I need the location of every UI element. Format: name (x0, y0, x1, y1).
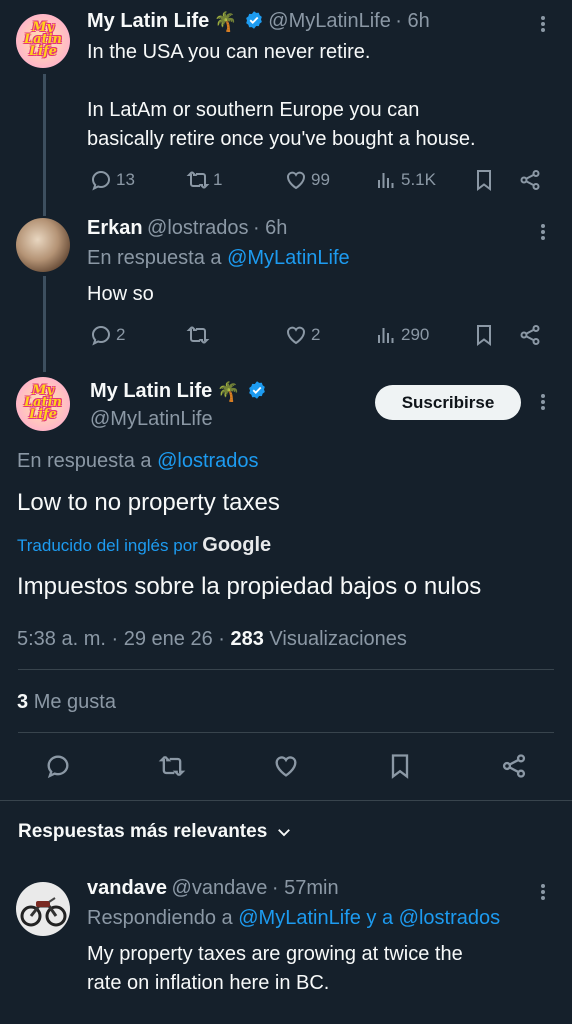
reply-context: En respuesta a @MyLatinLife (87, 247, 350, 269)
tweet-header: Erkan @lostrados · 6h (87, 217, 287, 240)
views-button[interactable]: 5.1K (374, 168, 436, 192)
views-button[interactable]: 290 (374, 323, 429, 347)
retweet-icon (186, 168, 210, 192)
bookmark-icon (472, 323, 496, 347)
mention-link[interactable]: @lostrados (157, 450, 258, 472)
tweet-time[interactable]: 5:38 a. m. (17, 628, 106, 650)
main-author: My Latin Life 🌴 (90, 380, 267, 404)
divider (0, 800, 572, 801)
tweet-time[interactable]: · 6h (395, 10, 429, 32)
author-handle[interactable]: @MyLatinLife (90, 408, 213, 431)
chevron-down-icon (278, 829, 291, 837)
reply-context: Respondiendo a @MyLatinLife y a @lostrad… (87, 907, 501, 929)
verified-icon (248, 381, 265, 399)
like-button[interactable] (272, 752, 303, 780)
tweet-header: vandave @vandave · 57min (87, 877, 339, 900)
share-button[interactable] (518, 168, 545, 192)
tweet-text: My property taxes are growing at twice t… (87, 943, 463, 994)
retweet-button[interactable] (158, 752, 189, 780)
sort-replies-dropdown[interactable]: Respuestas más relevantes (18, 821, 293, 843)
retweet-icon (186, 323, 210, 347)
share-button[interactable] (518, 323, 545, 347)
tweet-text: In the USA you can never retire. In LatA… (87, 41, 476, 150)
mention-link[interactable]: @lostrados (399, 907, 500, 929)
reply-icon (89, 168, 113, 192)
thread-line (43, 276, 46, 372)
verified-icon (245, 11, 262, 29)
main-tweet-text: Low to no property taxes (17, 489, 280, 516)
author-name[interactable]: vandave (87, 877, 167, 899)
mention-link[interactable]: @MyLatinLife (238, 907, 361, 929)
retweet-icon (158, 752, 186, 780)
author-handle[interactable]: @vandave (172, 877, 268, 899)
divider (18, 732, 554, 733)
bookmark-button[interactable] (472, 168, 499, 192)
views-icon (374, 323, 398, 347)
bookmark-button[interactable] (386, 752, 417, 780)
palm-tree-icon: 🌴 (216, 382, 241, 403)
translated-text: Impuestos sobre la propiedad bajos o nul… (17, 573, 482, 600)
reply-button[interactable]: 13 (89, 168, 135, 192)
tweet-time[interactable]: · 6h (253, 217, 287, 239)
heart-icon (272, 752, 300, 780)
tweet-header: My Latin Life 🌴 @MyLatinLife · 6h (87, 10, 430, 34)
motorcycle-avatar-image (20, 897, 67, 927)
mention-link[interactable]: @MyLatinLife (227, 247, 350, 269)
more-icon[interactable] (541, 14, 545, 34)
reply-button[interactable] (44, 752, 75, 780)
share-icon (500, 752, 528, 780)
author-handle[interactable]: @lostrados (147, 217, 248, 239)
bookmark-icon (472, 168, 496, 192)
thread-line (43, 74, 46, 216)
author-name[interactable]: My Latin Life (87, 10, 209, 32)
tweet-date[interactable]: 29 ene 26 (124, 628, 213, 650)
like-button[interactable]: 99 (284, 168, 330, 192)
divider (18, 669, 554, 670)
reply-context: En respuesta a @lostrados (17, 450, 259, 472)
avatar[interactable]: My Latin Life (16, 14, 70, 68)
more-icon[interactable] (541, 882, 545, 902)
tweet-text: How so (87, 283, 154, 305)
avatar[interactable] (16, 218, 70, 272)
my-latin-life-logo: My Latin Life (24, 20, 62, 59)
retweet-button[interactable]: 1 (186, 168, 222, 192)
likes-summary[interactable]: 3 Me gusta (17, 691, 116, 714)
avatar[interactable] (16, 882, 70, 936)
reply-button[interactable]: 2 (89, 323, 125, 347)
reply-icon (44, 752, 72, 780)
bookmark-button[interactable] (472, 323, 499, 347)
tweet-time[interactable]: · 57min (272, 877, 339, 899)
avatar[interactable]: My Latin Life (16, 377, 70, 431)
translation-attribution[interactable]: Traducido del inglés por Google (17, 534, 271, 557)
google-logo: Google (202, 534, 272, 556)
tweet-meta: 5:38 a. m. · 29 ene 26 · 283 Visualizaci… (17, 628, 407, 650)
subscribe-button[interactable]: Suscribirse (375, 385, 521, 420)
author-name[interactable]: Erkan (87, 217, 143, 239)
heart-icon (284, 168, 308, 192)
views-icon (374, 168, 398, 192)
share-icon (518, 168, 542, 192)
reply-icon (89, 323, 113, 347)
views-count: 283 (230, 628, 264, 650)
more-icon[interactable] (541, 222, 545, 242)
share-button[interactable] (500, 752, 531, 780)
retweet-button[interactable] (186, 323, 213, 347)
my-latin-life-logo: My Latin Life (24, 383, 62, 422)
share-icon (518, 323, 542, 347)
bookmark-icon (386, 752, 414, 780)
palm-tree-icon: 🌴 (213, 12, 238, 33)
like-button[interactable]: 2 (284, 323, 320, 347)
author-handle[interactable]: @MyLatinLife (268, 10, 391, 32)
author-name[interactable]: My Latin Life (90, 380, 212, 402)
more-icon[interactable] (541, 392, 545, 412)
heart-icon (284, 323, 308, 347)
views-label: Visualizaciones (269, 628, 407, 650)
